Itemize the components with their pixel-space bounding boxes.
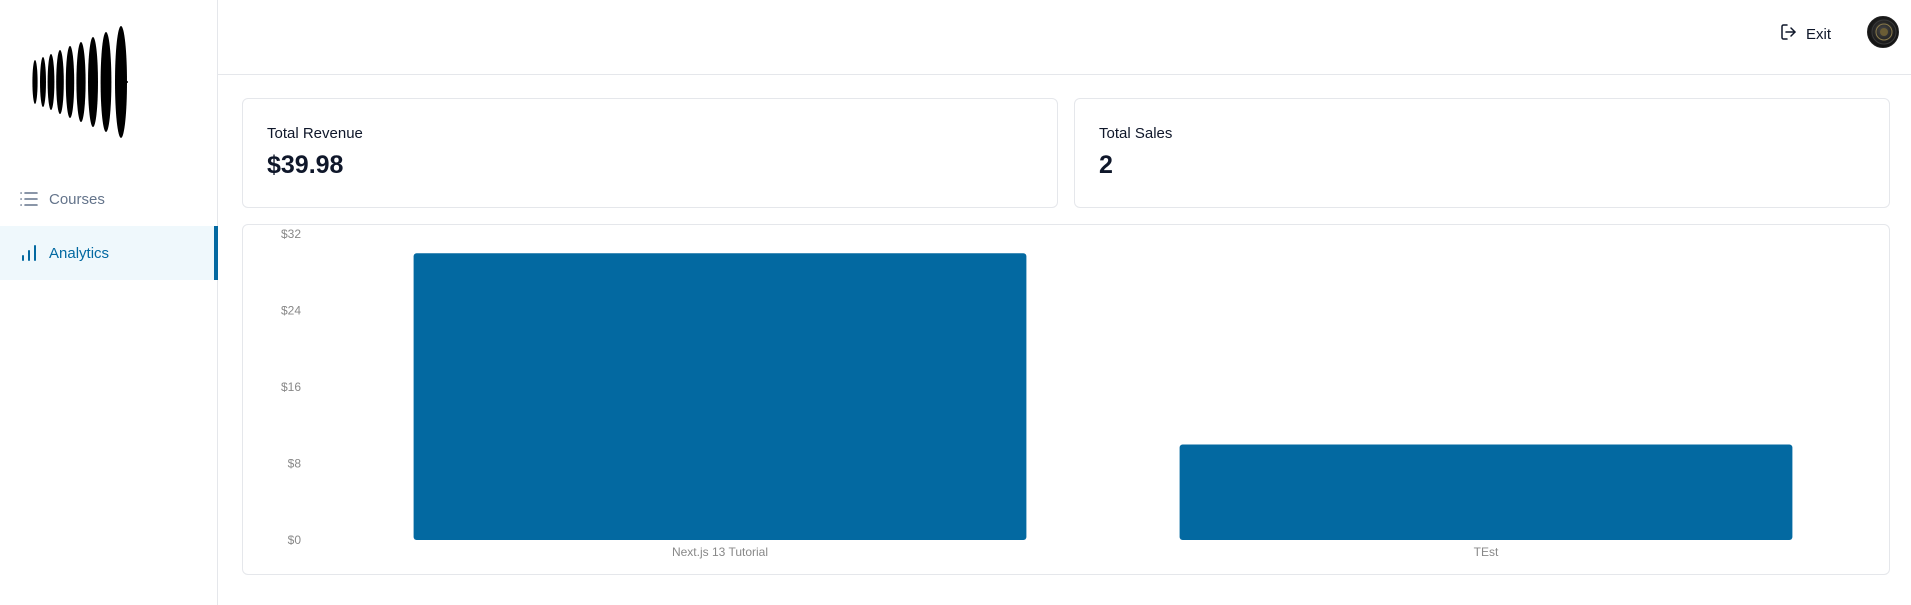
revenue-chart-card: $0 $8 $16 $24 $32 Next.js 13 Tutorial TEst	[242, 224, 1890, 575]
bar-chart-icon	[18, 242, 40, 264]
revenue-bar-chart: $0 $8 $16 $24 $32 Next.js 13 Tutorial TEst	[281, 227, 1793, 559]
list-icon	[18, 188, 40, 210]
y-tick-label: $8	[288, 457, 302, 471]
sidebar-item-courses[interactable]: Courses	[0, 172, 218, 226]
logo[interactable]	[30, 20, 135, 145]
total-sales-value: 2	[1099, 151, 1113, 179]
y-tick-label: $0	[288, 533, 302, 547]
y-tick-label: $32	[281, 227, 301, 241]
x-tick-label: Next.js 13 Tutorial	[672, 545, 768, 559]
total-revenue-value: $39.98	[267, 151, 344, 179]
chart-bar[interactable]	[1179, 444, 1793, 540]
exit-label: Exit	[1805, 25, 1831, 43]
y-tick-label: $16	[281, 380, 301, 394]
top-bar: Exit	[218, 0, 1911, 75]
sidebar: Courses Analytics	[0, 0, 218, 605]
exit-button[interactable]: Exit	[1780, 22, 1831, 46]
log-out-icon	[1780, 23, 1798, 45]
total-sales-label: Total Sales	[1099, 125, 1173, 142]
x-tick-label: TEst	[1474, 545, 1499, 559]
y-tick-label: $24	[281, 304, 301, 318]
total-sales-card: Total Sales 2	[1074, 98, 1890, 208]
total-revenue-card: Total Revenue $39.98	[242, 98, 1058, 208]
total-revenue-label: Total Revenue	[267, 125, 363, 142]
sidebar-item-label: Courses	[49, 190, 105, 208]
chart-bar[interactable]	[413, 253, 1027, 540]
sidebar-item-analytics[interactable]: Analytics	[0, 226, 218, 280]
sidebar-item-label: Analytics	[49, 244, 110, 262]
app-root: Courses Analytics Exit Total Revenue $39…	[0, 0, 1911, 605]
user-avatar[interactable]	[1867, 16, 1899, 48]
